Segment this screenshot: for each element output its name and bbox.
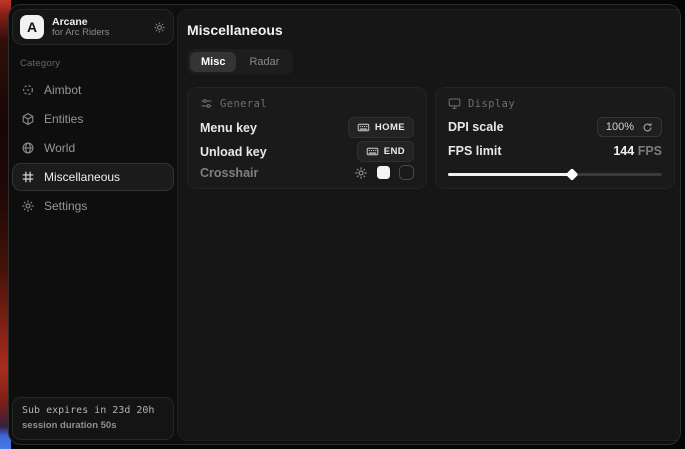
- app-logo: A: [20, 15, 44, 39]
- keyboard-icon: [357, 121, 370, 134]
- fps-limit-value: 144 FPS: [613, 144, 662, 158]
- globe-icon: [21, 141, 35, 155]
- tab-radar[interactable]: Radar: [238, 52, 290, 72]
- app-subtitle: for Arc Riders: [52, 28, 145, 39]
- category-label: Category: [20, 58, 168, 69]
- unload-key-value: END: [384, 146, 405, 157]
- sub-expiry-text: Sub expires in 23d 20h: [22, 405, 164, 416]
- sidebar-item-label: World: [44, 141, 75, 155]
- fps-limit-slider[interactable]: [448, 168, 662, 178]
- crosshair-controls: [354, 165, 414, 180]
- app-window: A Arcane for Arc Riders Category: [8, 4, 681, 445]
- session-duration-text: session duration 50s: [22, 420, 164, 431]
- crosshair-checkbox[interactable]: [399, 165, 414, 180]
- dpi-scale-stepper[interactable]: 100%: [597, 117, 662, 137]
- slider-thumb[interactable]: [566, 168, 579, 181]
- unload-key-bind-button[interactable]: END: [357, 141, 414, 162]
- keyboard-icon: [366, 145, 379, 158]
- general-panel: General Menu key HOME: [187, 87, 427, 189]
- dpi-scale-label: DPI scale: [448, 120, 504, 134]
- gear-icon[interactable]: [354, 166, 368, 180]
- subscription-card: Sub expires in 23d 20h session duration …: [12, 397, 174, 440]
- sidebar: A Arcane for Arc Riders Category: [9, 5, 177, 444]
- sidebar-item-entities[interactable]: Entities: [12, 105, 174, 133]
- unload-key-row: Unload key END: [200, 141, 414, 162]
- sidebar-item-label: Aimbot: [44, 83, 81, 97]
- brand-card[interactable]: A Arcane for Arc Riders: [12, 9, 174, 45]
- crosshair-icon: [21, 83, 35, 97]
- slider-fill: [448, 173, 572, 176]
- sidebar-item-world[interactable]: World: [12, 134, 174, 162]
- display-panel-title: Display: [468, 98, 515, 110]
- menu-key-bind-button[interactable]: HOME: [348, 117, 414, 138]
- cube-icon: [21, 112, 35, 126]
- dpi-scale-value: 100%: [606, 121, 634, 133]
- general-panel-header: General: [200, 97, 414, 110]
- menu-key-label: Menu key: [200, 121, 257, 135]
- sidebar-item-label: Miscellaneous: [44, 170, 120, 184]
- main-content: Miscellaneous Misc Radar General: [177, 9, 681, 441]
- crosshair-row: Crosshair: [200, 165, 414, 180]
- app-name: Arcane: [52, 16, 145, 28]
- sidebar-item-settings[interactable]: Settings: [12, 192, 174, 220]
- display-panel-header: Display: [448, 97, 662, 110]
- gear-icon[interactable]: [153, 21, 166, 34]
- sliders-icon: [200, 97, 213, 110]
- sidebar-item-label: Settings: [44, 199, 87, 213]
- sidebar-item-miscellaneous[interactable]: Miscellaneous: [12, 163, 174, 191]
- sidebar-item-aimbot[interactable]: Aimbot: [12, 76, 174, 104]
- sidebar-nav: Aimbot Entities: [12, 76, 174, 220]
- tab-group: Misc Radar: [187, 49, 293, 75]
- brand-text: Arcane for Arc Riders: [52, 16, 145, 39]
- fps-limit-label: FPS limit: [448, 144, 501, 158]
- grid-icon: [21, 170, 35, 184]
- gear-icon: [21, 199, 35, 213]
- general-panel-title: General: [220, 98, 267, 110]
- monitor-icon: [448, 97, 461, 110]
- panel-row: General Menu key HOME: [187, 87, 675, 189]
- crosshair-label: Crosshair: [200, 166, 258, 180]
- dpi-scale-row: DPI scale 100%: [448, 117, 662, 138]
- unload-key-label: Unload key: [200, 145, 267, 159]
- crosshair-color-swatch[interactable]: [377, 166, 390, 179]
- menu-key-row: Menu key HOME: [200, 117, 414, 138]
- tab-misc[interactable]: Misc: [190, 52, 236, 72]
- fps-limit-row: FPS limit 144 FPS: [448, 141, 662, 162]
- menu-key-value: HOME: [375, 122, 405, 133]
- display-panel: Display DPI scale 100%: [435, 87, 675, 189]
- refresh-icon[interactable]: [642, 122, 653, 133]
- page-title: Miscellaneous: [187, 22, 675, 38]
- sidebar-spacer: [12, 220, 174, 397]
- sidebar-item-label: Entities: [44, 112, 83, 126]
